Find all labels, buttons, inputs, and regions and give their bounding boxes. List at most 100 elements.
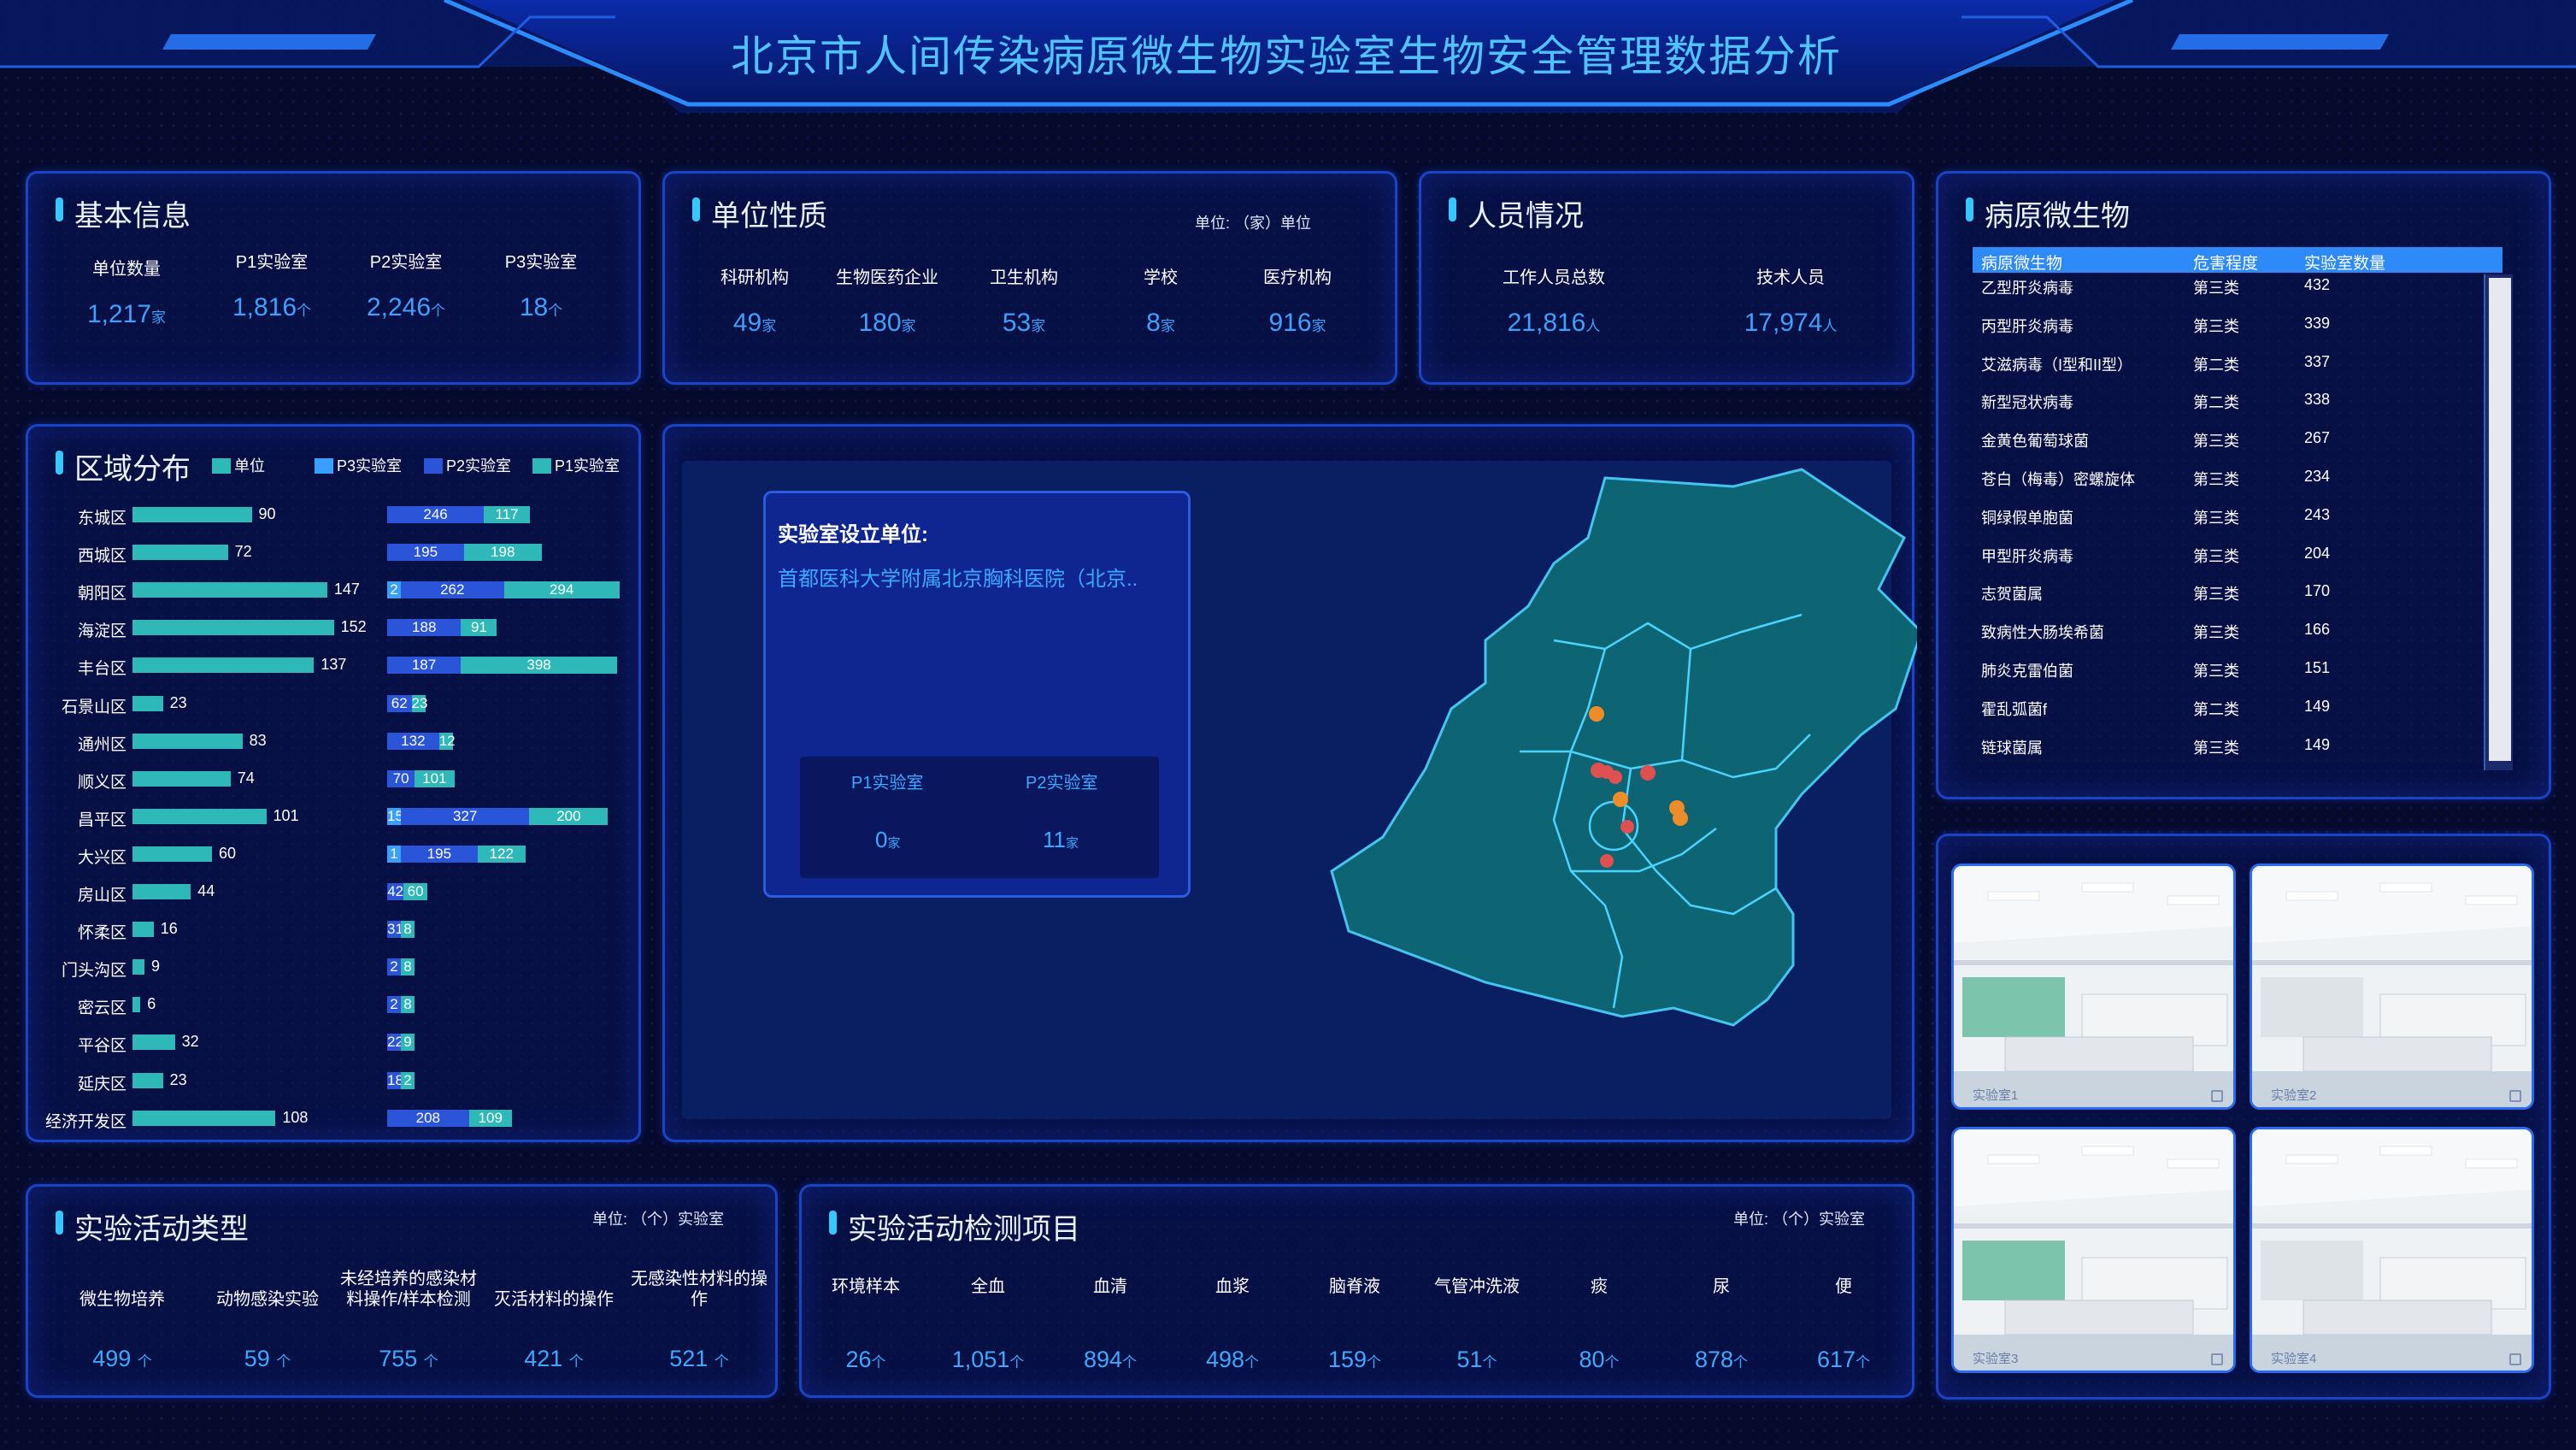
region-name: 经济开发区 — [44, 1112, 126, 1131]
pathogen-row[interactable]: 金黄色葡萄球菌 第三类 267 — [1973, 429, 2485, 463]
region-p2-seg: 195 — [401, 845, 478, 863]
region-p2-seg: 70 — [387, 769, 415, 787]
activity-item: 灭活材料的操作 421 个 — [494, 1290, 614, 1371]
region-name: 昌平区 — [77, 810, 126, 829]
region-row[interactable]: 朝阳区 147 2 262 294 — [28, 581, 644, 603]
pathogen-row[interactable]: 霍乱弧菌f 第二类 149 — [1973, 698, 2485, 732]
region-row[interactable]: 大兴区 60 1 195 122 — [28, 845, 644, 867]
region-legend-unit: 单位 — [212, 454, 265, 476]
region-name: 门头沟区 — [61, 962, 126, 981]
region-row[interactable]: 门头沟区 9 2 8 — [28, 958, 644, 980]
region-row[interactable]: 通州区 83 132 12 — [28, 732, 644, 754]
pathogen-row[interactable]: 艾滋病毒（I型和II型） 第二类 337 — [1973, 353, 2485, 387]
pathogen-row[interactable]: 丙型肝炎病毒 第三类 339 — [1973, 315, 2485, 349]
map-marker — [1620, 820, 1634, 834]
region-p2-seg: 2 — [387, 996, 401, 1014]
map-marker — [1609, 770, 1622, 784]
region-unit-value: 9 — [150, 958, 160, 976]
region-unit-value: 108 — [282, 1108, 309, 1126]
expand-icon[interactable] — [2211, 1090, 2223, 1102]
expand-icon[interactable] — [2211, 1353, 2223, 1365]
region-p2-seg: 208 — [387, 1109, 469, 1127]
map-marker — [1640, 765, 1656, 781]
region-unit-value: 72 — [234, 543, 252, 561]
region-unit-value: 74 — [237, 769, 255, 787]
popup-unit-name[interactable]: 首都医科大学附属北京胸科医院（北京.. — [778, 562, 1179, 592]
region-name: 平谷区 — [77, 1037, 126, 1056]
region-row[interactable]: 昌平区 101 15 327 200 — [28, 806, 644, 829]
region-name: 石景山区 — [61, 698, 126, 716]
lab-photo-caption: 实验室4 — [2271, 1352, 2317, 1366]
region-row[interactable]: 西城区 72 195 198 — [28, 543, 644, 565]
region-row[interactable]: 房山区 44 42 60 — [28, 882, 644, 905]
region-name: 密云区 — [77, 999, 126, 1018]
expand-icon[interactable] — [2509, 1353, 2521, 1365]
region-p1-seg: 23 — [411, 694, 428, 712]
detection-item: 痰 80个 — [1579, 1277, 1620, 1372]
pathogen-row[interactable]: 铜绿假单胞菌 第三类 243 — [1973, 506, 2485, 540]
region-legend-p1: P1实验室 — [532, 454, 620, 476]
staff-panel: 人员情况 工作人员总数 21,816人 技术人员 17,974人 — [1419, 171, 1914, 385]
region-unit-bar — [132, 1072, 163, 1088]
detection-item: 脑脊液 159个 — [1327, 1277, 1382, 1372]
region-name: 怀柔区 — [77, 924, 126, 943]
region-row[interactable]: 丰台区 137 187 398 — [28, 656, 644, 678]
region-panel: 区域分布 单位 P3实验室 P2实验室 P1实验室 东城区 90 246 117 西城区… — [26, 424, 641, 1142]
region-p2-seg: 187 — [387, 657, 462, 675]
pathogen-row[interactable]: 志贺菌属 第三类 170 — [1973, 582, 2485, 616]
region-row[interactable]: 石景山区 23 62 23 — [28, 693, 644, 716]
region-row[interactable]: 密云区 6 2 8 — [28, 995, 644, 1017]
pathogen-row[interactable]: 苍白（梅毒）密螺旋体 第三类 234 — [1973, 468, 2485, 502]
region-name: 房山区 — [77, 887, 126, 905]
region-unit-value: 16 — [160, 920, 178, 938]
region-row[interactable]: 经济开发区 108 208 109 — [28, 1108, 644, 1131]
detection-item: 便 617个 — [1816, 1277, 1871, 1372]
region-p1-seg: 398 — [461, 657, 618, 675]
region-unit-value: 101 — [273, 806, 299, 824]
region-row[interactable]: 海淀区 152 188 91 — [28, 618, 644, 640]
pathogen-scrollbar[interactable] — [2484, 274, 2513, 770]
pathogen-row[interactable]: 新型冠状病毒 第二类 338 — [1973, 391, 2485, 425]
lab-photo-image — [2252, 866, 2532, 1107]
region-unit-value: 147 — [333, 581, 360, 598]
region-row[interactable]: 顺义区 74 70 101 — [28, 769, 644, 792]
activity-item: 动物感染实验 59 个 — [216, 1290, 319, 1371]
pathogen-row[interactable]: 致病性大肠埃希菌 第三类 166 — [1973, 621, 2485, 655]
lab-photo[interactable]: 实验室3 — [1951, 1127, 2236, 1373]
unit-nature-title: 单位性质 — [692, 192, 827, 234]
pathogen-row[interactable]: 甲型肝炎病毒 第三类 204 — [1973, 545, 2485, 579]
region-unit-bar — [132, 657, 315, 674]
lab-photo-image — [1954, 1129, 2233, 1370]
region-unit-bar — [132, 884, 191, 899]
detection-item: 尿 878个 — [1694, 1277, 1749, 1372]
pathogen-row[interactable]: 链球菌属 第三类 149 — [1973, 736, 2485, 770]
map-popup: 实验室设立单位: 首都医科大学附属北京胸科医院（北京.. P1实验室 P2实验室… — [763, 491, 1191, 898]
lab-photo[interactable]: 实验室4 — [2250, 1127, 2534, 1373]
lab-photo-caption: 实验室3 — [1973, 1352, 2019, 1366]
lab-photo[interactable]: 实验室1 — [1951, 864, 2236, 1110]
pathogen-row[interactable]: 乙型肝炎病毒 第三类 432 — [1973, 276, 2485, 310]
lab-photo[interactable]: 实验室2 — [2250, 864, 2534, 1110]
pathogen-table-header: 病原微生物 危害程度 实验室数量 — [1973, 247, 2502, 273]
pathogen-row[interactable]: 肺炎克雷伯菌 第三类 151 — [1973, 659, 2485, 693]
region-p2-seg: 2 — [387, 958, 401, 976]
region-row[interactable]: 延庆区 23 18 2 — [28, 1071, 644, 1093]
region-p1-seg: 2 — [401, 1071, 415, 1089]
region-p1-seg: 12 — [438, 732, 456, 750]
region-unit-value: 6 — [147, 995, 156, 1013]
region-p1-seg: 9 — [401, 1034, 415, 1052]
region-name: 大兴区 — [77, 848, 126, 867]
basic-info-title: 基本信息 — [56, 192, 191, 234]
region-p1-seg: 8 — [401, 996, 415, 1014]
region-row[interactable]: 平谷区 32 22 9 — [28, 1033, 644, 1055]
region-row[interactable]: 东城区 90 246 117 — [28, 505, 644, 528]
region-unit-value: 90 — [258, 505, 276, 522]
nature-school: 学校 8家 — [1144, 268, 1178, 337]
staff-tech: 技术人员 17,974人 — [1744, 268, 1838, 337]
region-unit-value: 152 — [340, 618, 367, 636]
stat-unit-count: 单位数量 1,217家 — [86, 260, 167, 328]
region-row[interactable]: 怀柔区 16 31 8 — [28, 920, 644, 942]
expand-icon[interactable] — [2509, 1090, 2521, 1102]
detection-panel: 实验活动检测项目 单位: （个）实验室 环境样本 26个 全血 1,051个 血清 894… — [799, 1184, 1914, 1398]
region-unit-value: 23 — [169, 693, 187, 711]
